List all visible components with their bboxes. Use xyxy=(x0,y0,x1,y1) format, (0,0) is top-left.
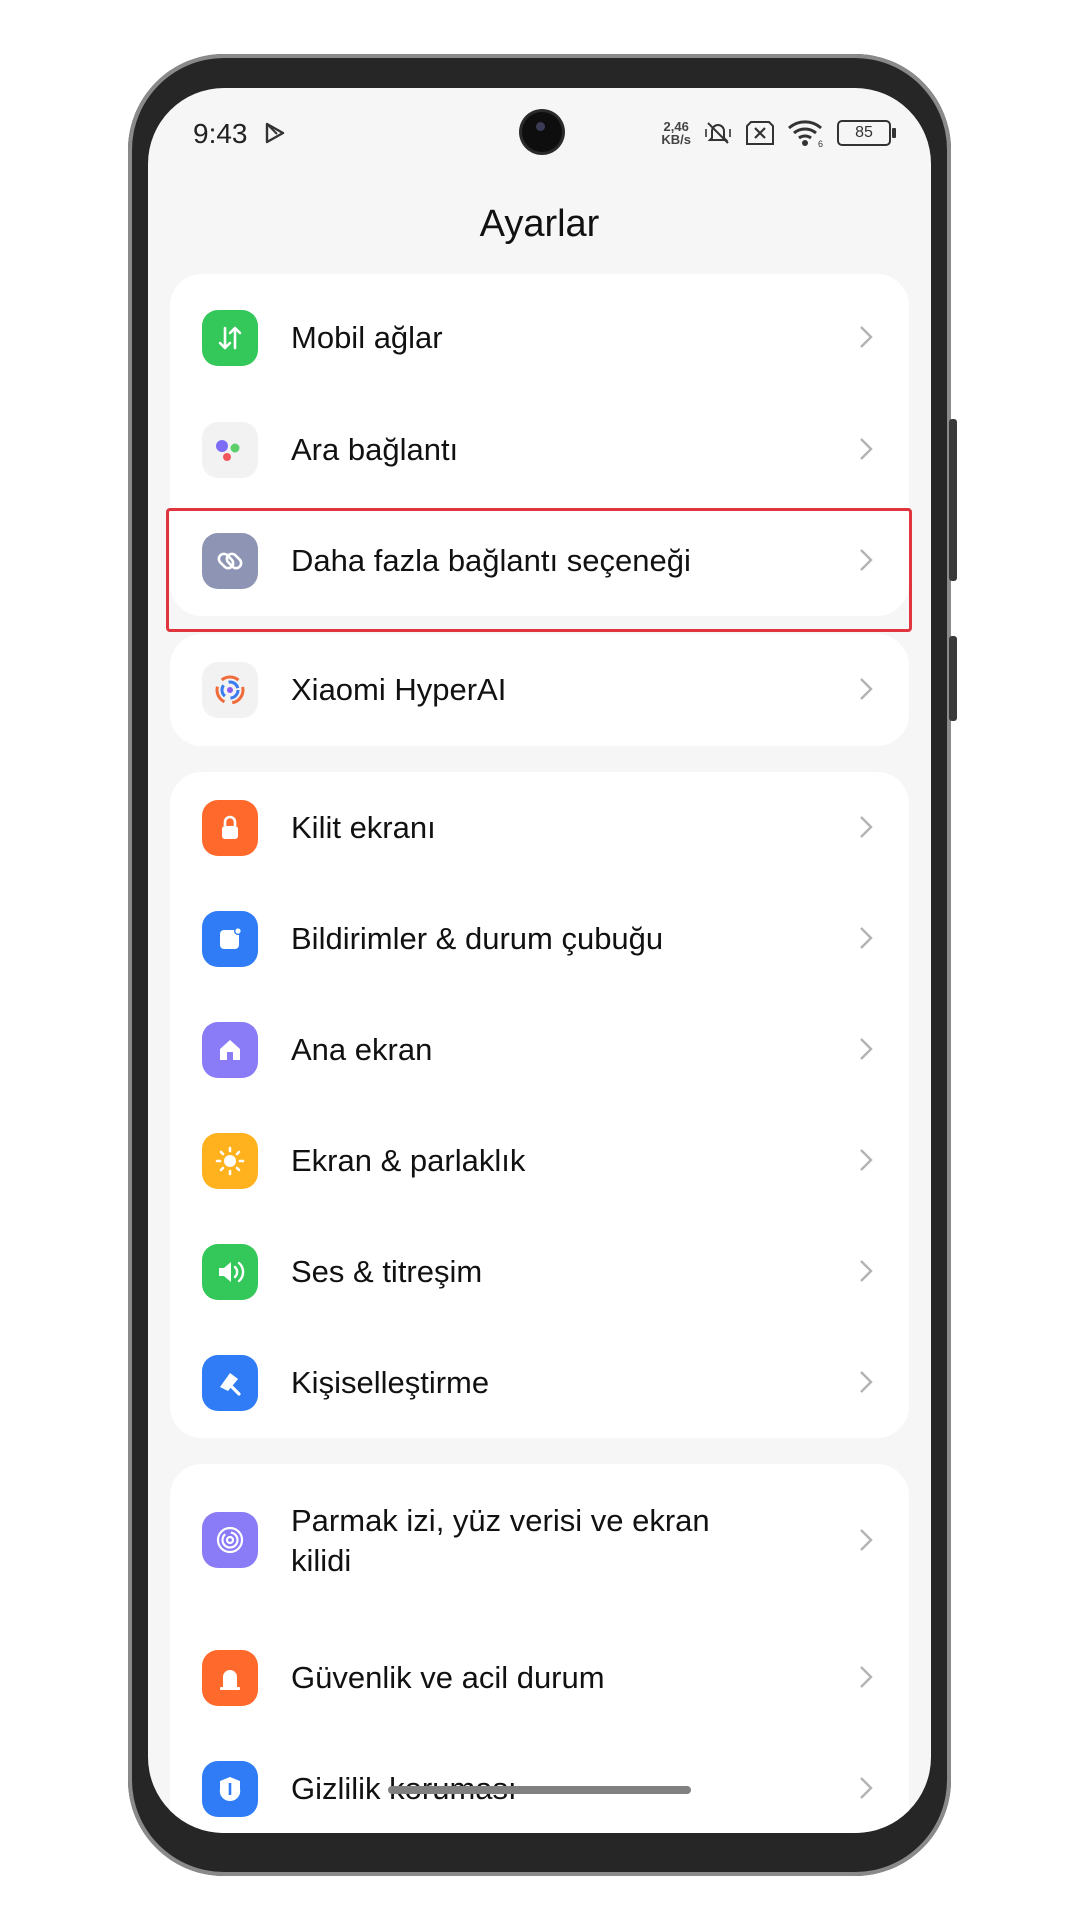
settings-item-xiaomi-hyperai[interactable]: Xiaomi HyperAI xyxy=(170,634,909,746)
chevron-right-icon xyxy=(860,1149,873,1171)
settings-item-label: Xiaomi HyperAI xyxy=(291,672,507,707)
settings-item-notifications[interactable]: Bildirimler & durum çubuğu xyxy=(170,883,909,995)
gesture-home-bar[interactable] xyxy=(388,1786,691,1794)
notification-icon xyxy=(202,911,258,967)
settings-item-label: Güvenlik ve acil durum xyxy=(291,1660,605,1695)
side-button-volume xyxy=(949,419,957,581)
settings-item-label: Ana ekran xyxy=(291,1032,433,1067)
settings-item-mobile-networks[interactable]: Mobil ağlar xyxy=(170,282,909,394)
settings-item-security-emergency[interactable]: Güvenlik ve acil durum xyxy=(170,1622,909,1734)
speaker-icon xyxy=(202,1244,258,1300)
chevron-right-icon xyxy=(860,927,873,949)
chevron-right-icon xyxy=(860,1666,873,1688)
settings-item-tethering[interactable]: Ara bağlantı xyxy=(170,394,909,506)
chevron-right-icon xyxy=(860,1777,873,1799)
screen: 9:43 2,46 KB/s 6 85 Ayarlar Mobil ağlar … xyxy=(148,88,931,1833)
settings-group-security: Parmak izi, yüz verisi ve ekran kilidi G… xyxy=(170,1464,909,1833)
wifi-icon: 6 xyxy=(788,120,823,148)
chevron-right-icon xyxy=(860,438,873,460)
play-store-icon xyxy=(265,122,285,144)
lock-icon xyxy=(202,800,258,856)
settings-item-label: Ara bağlantı xyxy=(291,432,459,467)
status-time: 9:43 xyxy=(193,118,248,149)
net-speed-unit: KB/s xyxy=(661,132,691,147)
settings-item-privacy-protection[interactable]: Gizlilik koruması xyxy=(170,1733,909,1833)
front-camera xyxy=(522,112,562,152)
chevron-right-icon xyxy=(860,1371,873,1393)
mobile-data-icon xyxy=(202,310,258,366)
settings-item-label: Mobil ağlar xyxy=(291,320,443,355)
hyperai-icon xyxy=(202,662,258,718)
dots-icon xyxy=(202,422,258,478)
settings-item-lock-screen[interactable]: Kilit ekranı xyxy=(170,772,909,884)
chevron-right-icon xyxy=(860,1038,873,1060)
settings-group-ai: Xiaomi HyperAI xyxy=(170,634,909,746)
chevron-right-icon xyxy=(860,816,873,838)
side-button-power xyxy=(949,636,957,721)
wifi-standard-label: 6 xyxy=(818,139,823,148)
settings-item-sound-vibration[interactable]: Ses & titreşim xyxy=(170,1216,909,1328)
home-icon xyxy=(202,1022,258,1078)
settings-item-display-brightness[interactable]: Ekran & parlaklık xyxy=(170,1105,909,1217)
settings-group-display: Kilit ekranı Bildirimler & durum çubuğu … xyxy=(170,772,909,1438)
highlight-box xyxy=(166,508,912,632)
settings-item-home-screen[interactable]: Ana ekran xyxy=(170,994,909,1106)
fingerprint-icon xyxy=(202,1512,258,1568)
net-speed: 2,46 KB/s xyxy=(661,120,691,146)
settings-item-label: Kilit ekranı xyxy=(291,810,436,845)
no-sim-icon xyxy=(746,121,774,145)
battery-icon: 85 xyxy=(837,120,896,146)
status-bar: 9:43 2,46 KB/s 6 85 xyxy=(148,88,931,178)
chevron-right-icon xyxy=(860,1529,873,1551)
sun-icon xyxy=(202,1133,258,1189)
settings-item-label: Kişiselleştirme xyxy=(291,1365,490,1400)
settings-item-personalization[interactable]: Kişiselleştirme xyxy=(170,1327,909,1439)
chevron-right-icon xyxy=(860,1260,873,1282)
page-title: Ayarlar xyxy=(479,203,600,245)
mute-vibrate-icon xyxy=(705,122,731,144)
settings-item-label: Ses & titreşim xyxy=(291,1254,483,1289)
chevron-right-icon xyxy=(860,678,873,700)
settings-item-label: Parmak izi, yüz verisi ve ekran kilidi xyxy=(291,1502,710,1578)
brush-icon xyxy=(202,1355,258,1411)
status-icons: 2,46 KB/s 6 85 xyxy=(661,115,896,151)
settings-item-label: Bildirimler & durum çubuğu xyxy=(291,921,664,956)
settings-item-fingerprint-face-lock[interactable]: Parmak izi, yüz verisi ve ekran kilidi xyxy=(170,1478,909,1603)
settings-item-label: Gizlilik koruması xyxy=(291,1771,517,1806)
chevron-right-icon xyxy=(860,326,873,348)
privacy-icon xyxy=(202,1761,258,1817)
settings-item-label: Ekran & parlaklık xyxy=(291,1143,526,1178)
security-icon xyxy=(202,1650,258,1706)
